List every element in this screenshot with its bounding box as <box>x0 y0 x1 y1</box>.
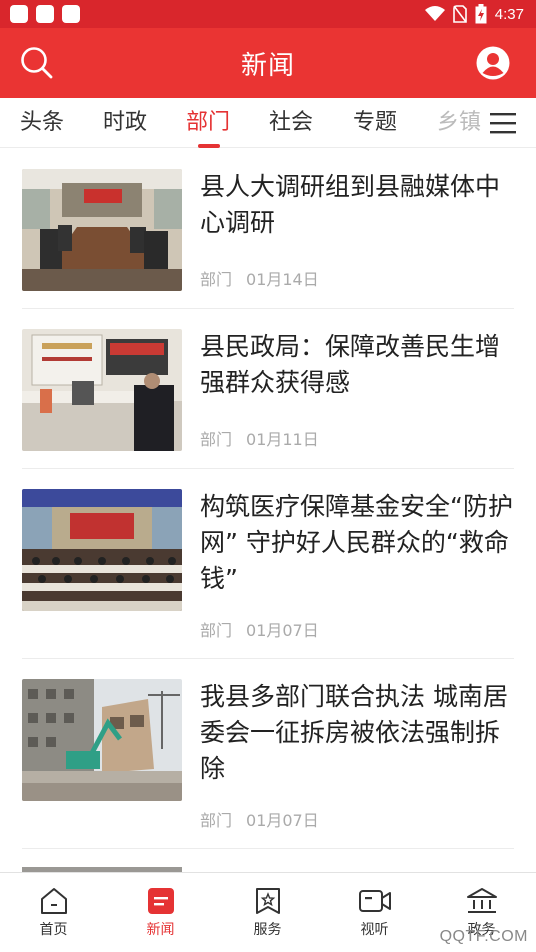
news-category: 部门 <box>200 430 233 449</box>
news-meta: 部门 01月07日 <box>200 617 319 641</box>
app-header: 新闻 <box>0 28 536 98</box>
nav-label: 视听 <box>360 922 389 938</box>
news-date: 01月07日 <box>246 621 319 640</box>
news-item[interactable]: 构筑医疗保障基金安全“防护网” 守护好人民群众的“救命钱” 部门 01月07日 <box>0 469 536 659</box>
nav-label: 服务 <box>253 922 282 938</box>
home-icon <box>40 888 67 914</box>
news-icon <box>147 888 174 914</box>
news-title[interactable]: 县人大调研组到县融媒体中心调研 <box>200 169 516 241</box>
news-title[interactable]: 构筑医疗保障基金安全“防护网” 守护好人民群众的“救命钱” <box>200 489 516 597</box>
notification-icon <box>10 5 28 23</box>
tab-society[interactable]: 社会 <box>269 108 313 138</box>
tab-towns[interactable]: 乡镇 <box>437 108 481 138</box>
battery-icon <box>475 4 487 24</box>
video-icon <box>358 890 391 912</box>
meeting-room-photo <box>22 169 182 291</box>
category-tabs: 头条 时政 部门 社会 专题 乡镇 <box>0 98 536 148</box>
news-meta: 部门 01月11日 <box>200 426 319 450</box>
news-item[interactable]: 我县多部门联合执法 城南居委会一征拆房被依法强制拆除 部门 01月07日 <box>0 659 536 849</box>
news-title[interactable]: 县民政局：保障改善民生增强群众获得感 <box>200 329 516 401</box>
news-item[interactable]: 县人大调研组到县融媒体中心调研 部门 01月14日 <box>0 149 536 309</box>
nav-news[interactable]: 新闻 <box>107 873 214 952</box>
government-icon <box>466 888 497 913</box>
user-icon[interactable] <box>476 46 510 80</box>
wifi-icon <box>424 6 445 21</box>
notification-icon <box>36 5 54 23</box>
nav-home[interactable]: 首页 <box>0 873 107 952</box>
tab-departments[interactable]: 部门 <box>186 108 230 138</box>
nav-service[interactable]: 服务 <box>214 873 321 952</box>
notification-icons <box>10 5 80 23</box>
tab-headlines[interactable]: 头条 <box>20 108 64 138</box>
notification-icon <box>62 5 80 23</box>
news-meta: 部门 01月14日 <box>200 266 319 290</box>
news-title[interactable]: 我县多部门联合执法 城南居委会一征拆房被依法强制拆除 <box>200 679 516 787</box>
demolition-photo <box>22 679 182 801</box>
service-icon <box>255 888 280 914</box>
news-category: 部门 <box>200 621 233 640</box>
news-category: 部门 <box>200 270 233 289</box>
news-date: 01月14日 <box>246 270 319 289</box>
status-time: 4:37 <box>494 5 524 23</box>
status-bar: 4:37 <box>0 0 536 28</box>
tab-topics[interactable]: 专题 <box>353 108 397 138</box>
service-counter-photo <box>22 329 182 451</box>
news-item[interactable]: 县民政局：保障改善民生增强群众获得感 部门 01月11日 <box>0 309 536 469</box>
no-sim-icon <box>452 5 467 23</box>
watermark: QQTF.COM <box>439 928 528 945</box>
search-icon[interactable] <box>20 46 54 80</box>
tab-politics[interactable]: 时政 <box>103 108 147 138</box>
nav-label: 新闻 <box>146 922 175 938</box>
conference-hall-photo <box>22 489 182 611</box>
menu-icon[interactable] <box>490 112 516 134</box>
news-meta: 部门 01月07日 <box>200 807 319 831</box>
news-date: 01月07日 <box>246 811 319 830</box>
nav-video[interactable]: 视听 <box>321 873 428 952</box>
news-category: 部门 <box>200 811 233 830</box>
news-date: 01月11日 <box>246 430 319 449</box>
page-title: 新闻 <box>240 50 295 81</box>
active-tab-indicator <box>198 144 220 148</box>
nav-label: 首页 <box>39 922 68 938</box>
divider <box>22 848 514 849</box>
